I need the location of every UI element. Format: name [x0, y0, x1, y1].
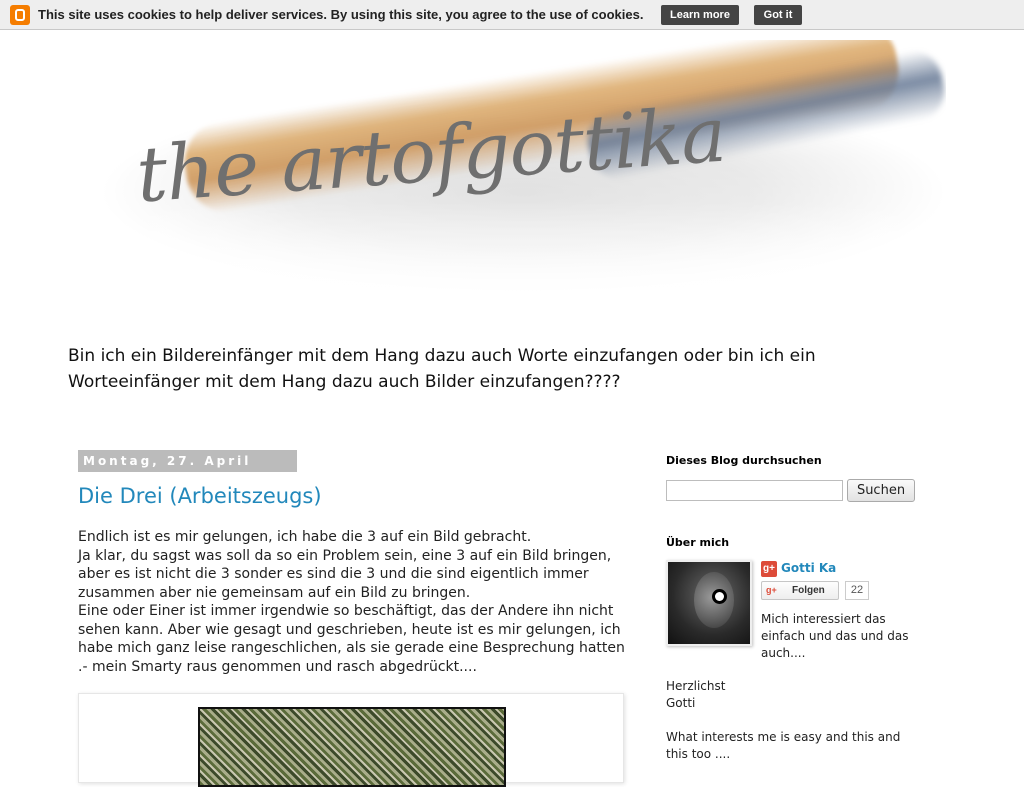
post-paragraph: Eine oder Einer ist immer irgendwie so b… [78, 603, 625, 675]
greeting: Herzlichst [666, 679, 726, 693]
post-paragraph: Ja klar, du sagst was soll da so ein Pro… [78, 547, 612, 601]
post-paragraph: Endlich ist es mir gelungen, ich habe di… [78, 529, 532, 545]
follower-count: 22 [845, 581, 869, 600]
blog-description: Bin ich ein Bildereinfänger mit dem Hang… [68, 346, 816, 392]
cookie-notice-text: This site uses cookies to help deliver s… [38, 7, 644, 22]
about-more: Herzlichst Gotti What interests me is ea… [666, 678, 916, 780]
search-button[interactable]: Suchen [847, 479, 915, 502]
search-input[interactable] [666, 480, 843, 501]
learn-more-button[interactable]: Learn more [661, 5, 739, 25]
cookie-bar: This site uses cookies to help deliver s… [0, 0, 1024, 30]
follow-label: Folgen [792, 585, 825, 596]
follow-button[interactable]: g+ Folgen [761, 581, 839, 600]
post-image-frame [78, 693, 624, 787]
about-heading: Über mich [666, 536, 730, 549]
post-title[interactable]: Die Drei (Arbeitszeugs) [78, 484, 322, 508]
header-image[interactable]: the artofgottika [66, 40, 946, 334]
signature: Gotti [666, 696, 696, 710]
post-image[interactable] [198, 707, 506, 787]
about-english: What interests me is easy and this and t… [666, 730, 901, 761]
search-heading: Dieses Blog durchsuchen [666, 454, 822, 467]
about-text: Mich interessiert das einfach und das un… [761, 612, 909, 660]
avatar[interactable] [666, 560, 752, 646]
profile-name-link[interactable]: Gotti Ka [781, 561, 836, 575]
post-date: Montag, 27. April 2015 [78, 450, 297, 490]
blogger-icon [10, 5, 30, 25]
google-plus-icon: g+ [766, 585, 777, 595]
google-plus-icon[interactable]: g+ [761, 561, 777, 577]
post-body: Endlich ist es mir gelungen, ich habe di… [78, 528, 628, 676]
got-it-button[interactable]: Got it [754, 5, 802, 25]
